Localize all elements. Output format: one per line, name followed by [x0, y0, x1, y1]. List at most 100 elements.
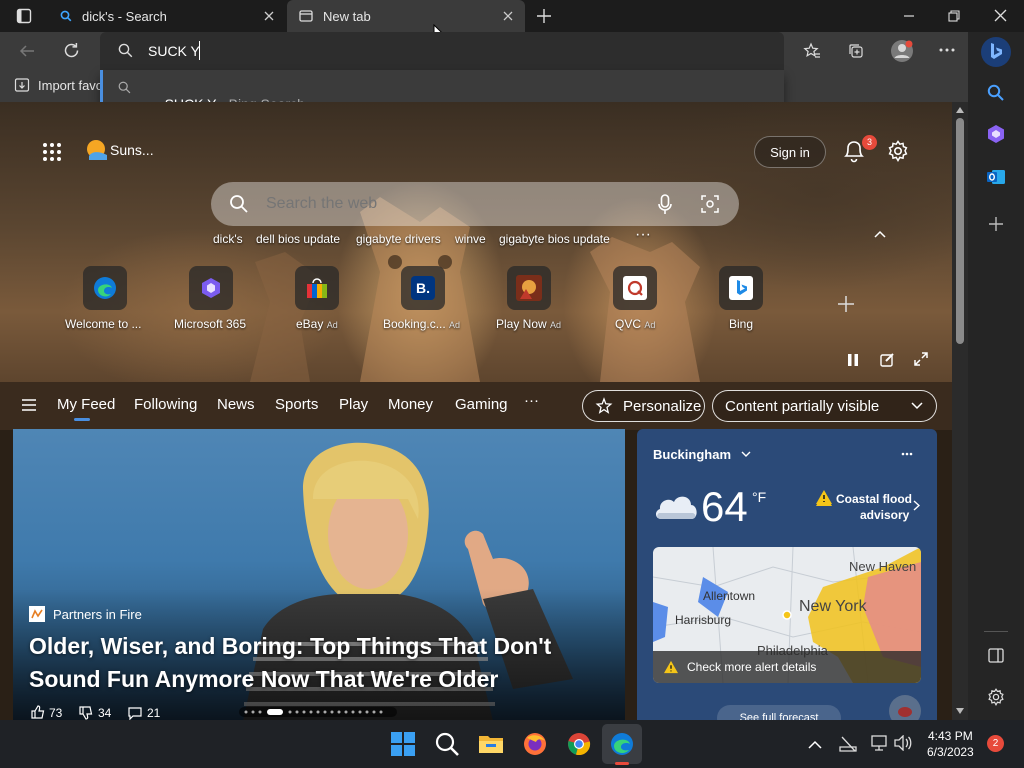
more-feed-tabs-icon[interactable]: ···	[524, 392, 539, 409]
feed-tab-news[interactable]: News	[217, 396, 255, 413]
alert-title-line1[interactable]: Coastal flood	[836, 492, 912, 506]
close-tab-icon[interactable]	[501, 9, 515, 23]
hamburger-menu-icon[interactable]	[22, 399, 36, 411]
close-tab-icon[interactable]	[262, 9, 276, 23]
edge-taskbar-icon[interactable]	[608, 730, 636, 758]
clock-time[interactable]: 4:43 PM	[928, 729, 973, 743]
web-search-input[interactable]	[266, 192, 646, 216]
chrome-icon[interactable]	[565, 730, 593, 758]
back-arrow-icon[interactable]	[19, 43, 35, 59]
feed-tab-sports[interactable]: Sports	[275, 396, 318, 413]
page-scrollbar[interactable]	[952, 102, 968, 720]
more-chips-icon[interactable]: ···	[635, 226, 651, 244]
weather-avatar[interactable]	[889, 695, 921, 720]
personalize-button[interactable]: Personalize	[582, 390, 705, 422]
trending-chip[interactable]: winve	[455, 232, 486, 246]
comment-icon[interactable]	[128, 706, 142, 720]
taskbar-search-icon[interactable]	[433, 730, 461, 758]
minimize-icon[interactable]	[903, 10, 915, 22]
more-options-icon[interactable]	[901, 452, 913, 456]
quick-link-ebay[interactable]	[295, 266, 339, 310]
edit-background-icon[interactable]	[880, 352, 895, 367]
sidebar-search-icon[interactable]	[987, 84, 1004, 101]
tab-actions-icon[interactable]	[16, 8, 32, 24]
new-tab-plus-icon[interactable]	[536, 8, 552, 24]
quick-link-play-now[interactable]	[507, 266, 551, 310]
feed-tab-my-feed[interactable]: My Feed	[57, 396, 115, 413]
scrollbar-thumb[interactable]	[956, 118, 964, 344]
app-launcher-icon[interactable]	[42, 142, 62, 162]
chevron-right-icon[interactable]	[913, 500, 920, 511]
alert-details-bar[interactable]: Check more alert details	[653, 651, 921, 683]
sign-in-button[interactable]: Sign in	[754, 136, 826, 168]
microphone-icon[interactable]	[658, 194, 672, 216]
feed-tab-following[interactable]: Following	[134, 396, 197, 413]
notification-center-badge[interactable]: 2	[987, 735, 1004, 752]
add-sidebar-app-icon[interactable]	[988, 216, 1004, 232]
pause-background-icon[interactable]	[847, 353, 859, 367]
trending-chip[interactable]: gigabyte drivers	[356, 232, 441, 246]
alert-title-line2[interactable]: advisory	[860, 508, 909, 522]
thumbs-down-icon[interactable]	[79, 706, 93, 720]
import-favorites-link[interactable]: Import favo	[38, 78, 103, 93]
firefox-icon[interactable]	[521, 730, 549, 758]
visual-search-icon[interactable]	[701, 195, 719, 213]
tab-search[interactable]: dick's - Search	[48, 0, 286, 32]
collections-icon[interactable]	[847, 42, 865, 60]
story-headline-line1[interactable]: Older, Wiser, and Boring: Top Things Tha…	[29, 633, 551, 660]
quick-link-microsoft-365[interactable]	[189, 266, 233, 310]
feed-tab-gaming[interactable]: Gaming	[455, 396, 508, 413]
web-search-box[interactable]	[211, 182, 739, 226]
tray-overflow-chevron-icon[interactable]	[808, 740, 822, 749]
feed-tab-money[interactable]: Money	[388, 396, 433, 413]
bing-chat-icon[interactable]	[980, 36, 1012, 68]
add-quick-link-icon[interactable]	[837, 295, 855, 313]
thumbs-up-icon[interactable]	[31, 705, 45, 719]
scroll-down-icon[interactable]	[956, 708, 964, 714]
collapse-chevron-up-icon[interactable]	[874, 230, 886, 238]
file-explorer-icon[interactable]	[477, 730, 505, 758]
scroll-up-icon[interactable]	[956, 107, 964, 113]
clock-date[interactable]: 6/3/2023	[927, 745, 974, 759]
more-menu-icon[interactable]	[939, 48, 955, 52]
settings-gear-icon[interactable]	[887, 140, 909, 162]
quick-link-edge[interactable]	[83, 266, 127, 310]
temperature-unit[interactable]: °F	[752, 489, 766, 505]
trending-chip[interactable]: gigabyte bios update	[499, 232, 610, 246]
story-source[interactable]: Partners in Fire	[53, 607, 142, 622]
favorites-star-icon[interactable]	[803, 42, 821, 60]
see-full-forecast-button[interactable]: See full forecast	[717, 705, 841, 720]
volume-icon[interactable]	[894, 735, 912, 751]
suggestion-item[interactable]: SUCK Y - Bing Search	[100, 70, 784, 112]
trending-chip[interactable]: dick's	[213, 232, 243, 246]
sidebar-settings-icon[interactable]	[987, 688, 1005, 706]
content-visibility-dropdown[interactable]: Content partially visible	[712, 390, 937, 422]
tab-new-tab[interactable]: New tab	[287, 0, 525, 32]
profile-avatar-icon[interactable]	[890, 39, 914, 63]
network-disconnected-icon[interactable]	[838, 735, 858, 753]
quick-link-qvc[interactable]	[613, 266, 657, 310]
weather-short-label[interactable]: Suns...	[110, 142, 154, 158]
address-input[interactable]: SUCK Y	[148, 43, 200, 59]
address-bar[interactable]: SUCK Y	[100, 32, 784, 70]
display-icon[interactable]	[871, 734, 889, 752]
quick-link-bing[interactable]	[719, 266, 763, 310]
carousel-dots[interactable]	[239, 707, 397, 717]
chevron-down-icon[interactable]	[741, 451, 751, 458]
weather-location[interactable]: Buckingham	[653, 447, 731, 462]
hide-sidebar-icon[interactable]	[988, 648, 1004, 663]
featured-story-card[interactable]: Partners in Fire Older, Wiser, and Borin…	[13, 429, 625, 720]
feed-tab-play[interactable]: Play	[339, 396, 368, 413]
import-favorites-icon[interactable]	[14, 77, 31, 94]
refresh-icon[interactable]	[63, 42, 80, 59]
expand-icon[interactable]	[914, 352, 928, 366]
story-headline-line2[interactable]: Sound Fun Anymore Now That We're Older	[29, 666, 498, 693]
outlook-icon[interactable]	[986, 167, 1006, 187]
trending-chip[interactable]: dell bios update	[256, 232, 340, 246]
quick-link-booking[interactable]: B.	[401, 266, 445, 310]
microsoft-365-sidebar-icon[interactable]	[986, 124, 1006, 144]
windows-start-icon[interactable]	[389, 730, 417, 758]
weather-card[interactable]: Buckingham 64 °F Coastal flood advisory …	[637, 429, 937, 720]
restore-icon[interactable]	[948, 10, 960, 22]
weather-map[interactable]: Allentown Harrisburg New York New Haven …	[653, 547, 921, 683]
